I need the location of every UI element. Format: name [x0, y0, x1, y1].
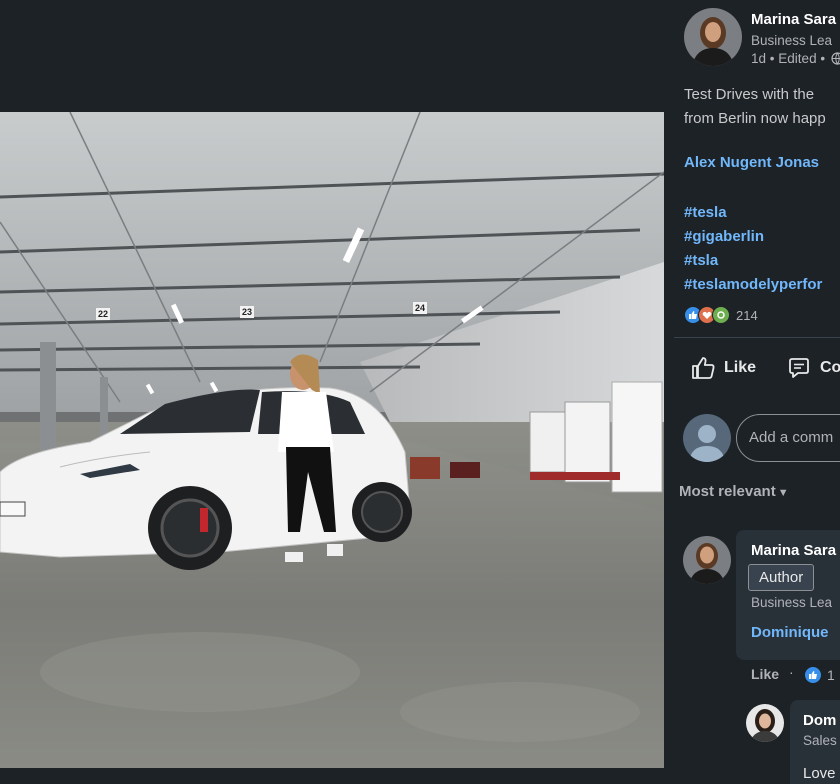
reactions-summary[interactable]: 214 — [684, 305, 758, 325]
post-details-panel: Marina Sara Business Lea 1d • Edited • T… — [664, 0, 840, 784]
comment-label: Co — [820, 359, 840, 376]
default-avatar-icon — [689, 425, 725, 462]
avatar-photo — [746, 704, 784, 742]
comment-author-name[interactable]: Marina Sara — [751, 542, 836, 559]
avatar-photo — [684, 8, 742, 66]
support-icon — [712, 306, 730, 324]
globe-icon — [831, 52, 840, 68]
comment-mention-link[interactable]: Dominique — [751, 624, 829, 641]
post-photo[interactable]: 22 23 24 — [0, 112, 664, 768]
mentions-links[interactable]: Alex Nugent Jonas — [684, 154, 819, 171]
add-comment-input[interactable]: Add a comm — [736, 414, 840, 462]
comment-button[interactable]: Co — [786, 355, 840, 381]
post-text: Test Drives with the from Berlin now hap… — [684, 83, 826, 131]
hashtag-link[interactable]: #tesla — [684, 201, 822, 225]
garage-photo: 22 23 24 — [0, 112, 664, 768]
meta-separator: • — [769, 51, 775, 66]
comment-icon — [789, 358, 809, 378]
reply-text: Love — [803, 765, 836, 782]
comment-reaction-count: 1 — [827, 667, 835, 683]
hashtag-link[interactable]: #teslamodelyperfor — [684, 273, 822, 297]
thumbs-up-icon — [692, 357, 715, 379]
edited-label: Edited — [778, 51, 817, 66]
sort-dropdown[interactable]: Most relevant ▼ — [679, 483, 789, 500]
hashtags: #tesla #gigaberlin #tsla #teslamodelyper… — [684, 201, 822, 297]
post-text-line: from Berlin now happ — [684, 110, 826, 127]
author-badge: Author — [748, 564, 815, 591]
author-headline: Business Lea — [751, 33, 833, 48]
comment-author-headline: Business Lea — [751, 595, 833, 610]
avatar-photo — [683, 536, 731, 584]
hashtag-link[interactable]: #tsla — [684, 249, 822, 273]
reply-author-name[interactable]: Dom — [803, 712, 836, 729]
like-label: Like — [724, 359, 757, 376]
commenter-avatar[interactable] — [683, 536, 731, 584]
author-name[interactable]: Marina Sara — [751, 11, 836, 28]
comment-action-separator: · — [789, 664, 794, 680]
meta-separator: • — [820, 51, 826, 66]
caret-down-icon: ▼ — [777, 487, 789, 499]
like-icon — [804, 666, 822, 684]
author-avatar[interactable] — [684, 8, 742, 66]
hashtag-link[interactable]: #gigaberlin — [684, 225, 822, 249]
current-user-avatar — [683, 414, 731, 462]
like-button[interactable]: Like — [690, 355, 756, 381]
divider — [674, 337, 840, 338]
comment-like-button[interactable]: Like — [751, 666, 779, 682]
post-meta: 1d • Edited • — [751, 51, 840, 68]
reply-author-headline: Sales — [803, 733, 837, 748]
comment-reactions[interactable]: 1 — [804, 666, 835, 684]
post-time: 1d — [751, 51, 767, 66]
parking-number-24: 24 — [415, 303, 425, 313]
reaction-count: 214 — [736, 307, 758, 323]
parking-number-23: 23 — [242, 307, 252, 317]
post-text-line: Test Drives with the — [684, 86, 815, 103]
sort-label: Most relevant — [679, 483, 776, 500]
reply-author-avatar[interactable] — [746, 704, 784, 742]
parking-number-22: 22 — [98, 309, 108, 319]
